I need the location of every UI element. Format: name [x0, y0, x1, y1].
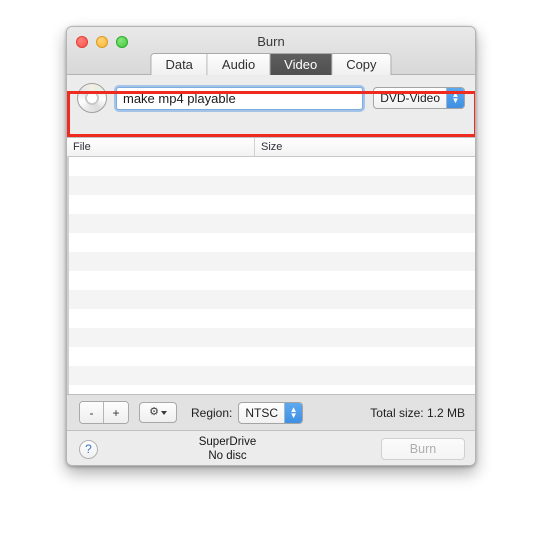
settings-gear-button[interactable]: ⚙ [139, 402, 177, 423]
drive-name: SuperDrive [198, 436, 257, 448]
table-row[interactable] [67, 271, 475, 290]
disc-format-value: DVD-Video [380, 91, 440, 105]
table-row[interactable] [67, 195, 475, 214]
total-size-label: Total size: 1.2 MB [370, 405, 465, 420]
table-row[interactable] [67, 290, 475, 309]
drive-status: SuperDrive No disc [74, 435, 381, 463]
table-row[interactable] [67, 328, 475, 347]
remove-file-button[interactable]: - [80, 402, 104, 423]
status-bar: ? SuperDrive No disc Burn [67, 431, 475, 465]
file-list-rows [67, 157, 475, 394]
table-row[interactable] [67, 176, 475, 195]
burn-window: Burn Data Audio Video Copy DVD-Video ▲▼ … [66, 26, 476, 466]
window-titlebar: Burn Data Audio Video Copy [67, 27, 475, 78]
tab-video[interactable]: Video [270, 54, 333, 77]
list-scroll-track[interactable] [67, 156, 69, 394]
options-toolbar: - + ⚙ Region: NTSC ▲ ▼ Total size: 1.2 MB [67, 395, 475, 431]
table-row[interactable] [67, 385, 475, 394]
table-row[interactable] [67, 157, 475, 176]
region-select[interactable]: NTSC ▲ ▼ [238, 401, 304, 424]
chevron-updown-icon: ▲ ▼ [284, 402, 303, 423]
add-remove-segmented-control: - + [79, 401, 129, 424]
file-list-header: File Size [67, 138, 475, 157]
disc-name-field-wrapper [116, 86, 364, 110]
chevron-updown-icon: ▲ ▼ [446, 88, 464, 108]
disc-format-select[interactable]: DVD-Video ▲ ▼ [373, 87, 465, 109]
table-row[interactable] [67, 252, 475, 271]
table-row[interactable] [67, 366, 475, 385]
table-row[interactable] [67, 233, 475, 252]
disc-source-row: DVD-Video ▲▼ [67, 75, 475, 121]
disc-icon [77, 83, 107, 113]
gear-icon: ⚙ [149, 406, 159, 418]
column-header-file[interactable]: File [67, 138, 255, 156]
file-list[interactable]: File Size [67, 137, 475, 395]
column-header-size[interactable]: Size [255, 138, 475, 156]
disc-name-input[interactable] [116, 86, 364, 110]
chevron-down-icon [160, 410, 167, 415]
table-row[interactable] [67, 214, 475, 233]
page-title: Burn [257, 34, 285, 49]
table-row[interactable] [67, 347, 475, 366]
region-label: Region: [191, 405, 233, 420]
tab-audio[interactable]: Audio [207, 54, 271, 77]
tab-copy[interactable]: Copy [332, 54, 391, 77]
add-file-button[interactable]: + [104, 402, 128, 423]
table-row[interactable] [67, 309, 475, 328]
burn-button: Burn [381, 438, 465, 460]
region-value: NTSC [245, 405, 279, 420]
tab-data[interactable]: Data [151, 54, 208, 77]
disc-state: No disc [208, 450, 247, 462]
